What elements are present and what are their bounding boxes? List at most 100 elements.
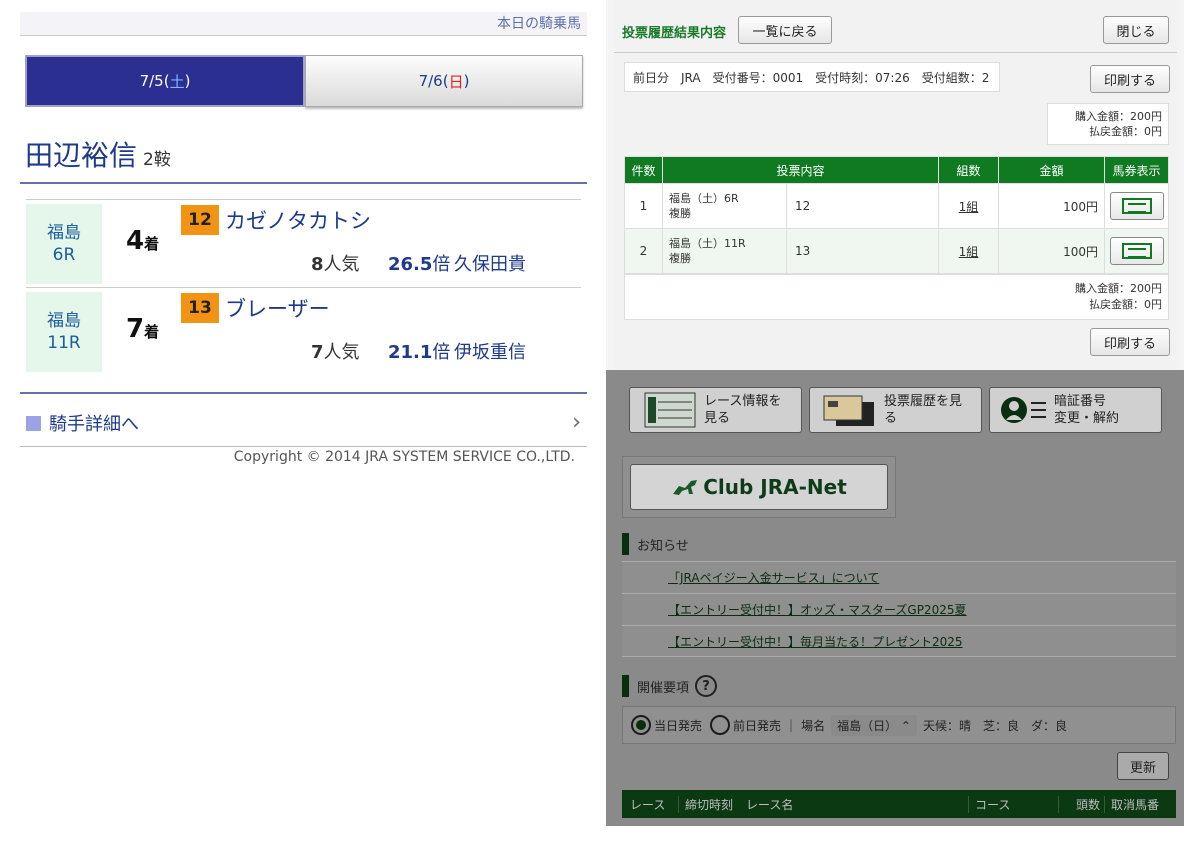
tab-date: 7/6( — [418, 72, 449, 90]
horse-number: 13 — [786, 228, 939, 274]
popularity: 8人気 — [311, 250, 360, 276]
venue: 福島 — [47, 223, 81, 243]
table-row: 1 福島（土）6R 複勝 12 1組 100円 — [624, 183, 1169, 229]
pin-change-button[interactable]: 暗証番号 変更・解約 — [989, 387, 1162, 433]
vote-history-button[interactable]: 投票履歴を見る — [809, 387, 982, 433]
column-header: レース — [630, 797, 666, 812]
horse-number-badge: 12 — [181, 205, 219, 235]
refund-amount: 払戻金額：0円 — [1089, 298, 1162, 311]
heading-text: 開催要項 — [637, 680, 690, 696]
club-label: Club JRA-Net — [703, 475, 847, 499]
race-number: 11R — [47, 333, 81, 353]
square-bullet-icon — [26, 415, 41, 431]
back-to-list-button[interactable]: 一覧に戻る — [738, 16, 832, 44]
update-button[interactable]: 更新 — [1117, 752, 1169, 780]
amount-summary-bottom: 購入金額：200円 払戻金額：0円 — [624, 274, 1169, 320]
right-panel: レース情報を 見る 投票履歴を見る 暗証番号 変更・解約 Club JRA-Net … — [606, 0, 1184, 826]
print-button[interactable]: 印刷する — [1090, 65, 1170, 93]
race-number: 6R — [52, 245, 76, 265]
bet-type: 複勝 — [669, 207, 691, 220]
column-header: 件数 — [624, 156, 663, 184]
club-jra-net-banner[interactable]: Club JRA-Net — [630, 464, 888, 510]
left-panel: 本日の騎乗馬 7/5(土) 7/6(日) 田辺裕信 2鞍 福島 6R 4着 12 … — [20, 0, 587, 841]
horse-name[interactable]: カゼノタカトシ — [225, 205, 371, 235]
purchase-amount: 購入金額：200円 — [1075, 110, 1162, 123]
trainer-name[interactable]: 伊坂重信 — [454, 338, 526, 364]
tab-date: 7/5( — [139, 72, 170, 90]
tickets-icon — [823, 395, 874, 426]
ticket-cell — [1104, 228, 1169, 274]
help-icon[interactable]: ? — [695, 675, 718, 697]
kaisai-heading: 開催要項? — [622, 675, 718, 697]
pop-suffix: 人気 — [323, 342, 360, 363]
receipt-info: 前日分 JRA 受付番号：0001 受付時刻：07:26 受付組数：2 — [624, 62, 1000, 92]
race-table-icon — [644, 392, 696, 428]
combination-link[interactable]: 1組 — [938, 183, 999, 229]
finish-place: 7着 — [126, 314, 159, 344]
column-header: 頭数 — [1058, 795, 1104, 813]
trainer-name[interactable]: 久保田貴 — [454, 250, 526, 276]
radio-today[interactable] — [631, 715, 651, 735]
column-header: 投票内容 — [662, 156, 939, 184]
amount: 100円 — [998, 228, 1105, 274]
print-button-bottom[interactable]: 印刷する — [1090, 328, 1170, 356]
tab-close: ) — [184, 72, 191, 90]
column-header: 締切時刻 — [678, 795, 740, 813]
column-header: コース — [968, 795, 1058, 813]
divider — [20, 392, 587, 394]
ticket-view-button[interactable] — [1109, 192, 1164, 220]
table-header-row: 件数 投票内容 組数 金額 馬券表示 — [624, 156, 1169, 184]
pop-num: 8 — [311, 254, 324, 275]
ticket-view-button[interactable] — [1109, 237, 1164, 265]
modal-title: 投票履歴結果内容 — [622, 26, 727, 41]
divider — [20, 446, 587, 447]
row-number: 2 — [624, 228, 663, 274]
radio-previous-day[interactable] — [710, 715, 731, 735]
race-filter-bar: 当日発売 前日発売 | 場名 福島（日） ⌃ 天候：晴 芝：良 ダ：良 — [622, 706, 1176, 744]
tab-day-2[interactable]: 7/6(日) — [305, 55, 583, 107]
heading-bar — [622, 533, 629, 555]
news-heading: お知らせ — [622, 533, 689, 555]
horse-number-badge: 13 — [181, 293, 219, 323]
top-bar: 本日の騎乗馬 — [20, 12, 587, 36]
todays-rides-link[interactable]: 本日の騎乗馬 — [497, 13, 581, 33]
ride-row[interactable]: 福島 6R 4着 12 カゼノタカトシ 8人気 26.5倍 久保田貴 — [26, 199, 581, 285]
user-list-icon — [1001, 397, 1046, 423]
odds: 21.1倍 — [388, 338, 450, 364]
detail-label: 騎手詳細へ — [49, 414, 139, 435]
race-info-button[interactable]: レース情報を 見る — [629, 387, 802, 433]
venue: 福島 — [47, 311, 81, 331]
heading-bar — [622, 675, 629, 697]
row-number: 1 — [624, 183, 663, 229]
heading-text: お知らせ — [637, 538, 689, 554]
column-header: 組数 — [938, 156, 999, 184]
place-select[interactable]: 福島（日） ⌃ — [831, 714, 917, 736]
nav-label: 暗証番号 変更・解約 — [1054, 393, 1119, 427]
venue-cell: 福島 6R — [26, 204, 102, 284]
horse-name[interactable]: ブレーザー — [225, 293, 330, 323]
pop-suffix: 人気 — [323, 254, 360, 275]
divider — [614, 52, 1177, 53]
news-item[interactable]: 【エントリー受付中！】オッズ・マスターズGP2025夏 — [622, 593, 1176, 625]
odds-num: 21.1 — [388, 342, 433, 363]
close-button[interactable]: 閉じる — [1103, 16, 1169, 44]
chevron-right-icon[interactable]: › — [572, 410, 581, 435]
ride-row[interactable]: 福島 11R 7着 13 ブレーザー 7人気 21.1倍 伊坂重信 — [26, 287, 581, 373]
venue-cell: 福島 11R — [26, 292, 102, 372]
popularity: 7人気 — [311, 338, 360, 364]
news-item[interactable]: 【エントリー受付中！】毎月当たる！プレゼント2025 — [622, 625, 1176, 657]
tab-day-1[interactable]: 7/5(土) — [25, 55, 305, 107]
vote-history-modal: 投票履歴結果内容 一覧に戻る 閉じる 前日分 JRA 受付番号：0001 受付時… — [614, 0, 1177, 370]
combination-link[interactable]: 1組 — [938, 228, 999, 274]
vote-content: 福島（土）6R 複勝 — [662, 183, 787, 229]
table-row: 2 福島（土）11R 複勝 13 1組 100円 — [624, 228, 1169, 274]
column-header: レース名 — [746, 797, 794, 812]
place-suffix: 着 — [144, 323, 160, 341]
refund-amount: 払戻金額：0円 — [1089, 125, 1162, 138]
ticket-icon — [1121, 198, 1152, 214]
jockey-detail-link[interactable]: 騎手詳細へ — [26, 410, 139, 436]
race-table-header: レース 締切時刻 レース名 コース 頭数 取消馬番 — [622, 790, 1176, 818]
news-item[interactable]: 「JRAペイジー入金サービス」について — [622, 561, 1176, 593]
tab-weekday: 日 — [448, 72, 464, 91]
place-label: 場名 — [801, 718, 826, 733]
